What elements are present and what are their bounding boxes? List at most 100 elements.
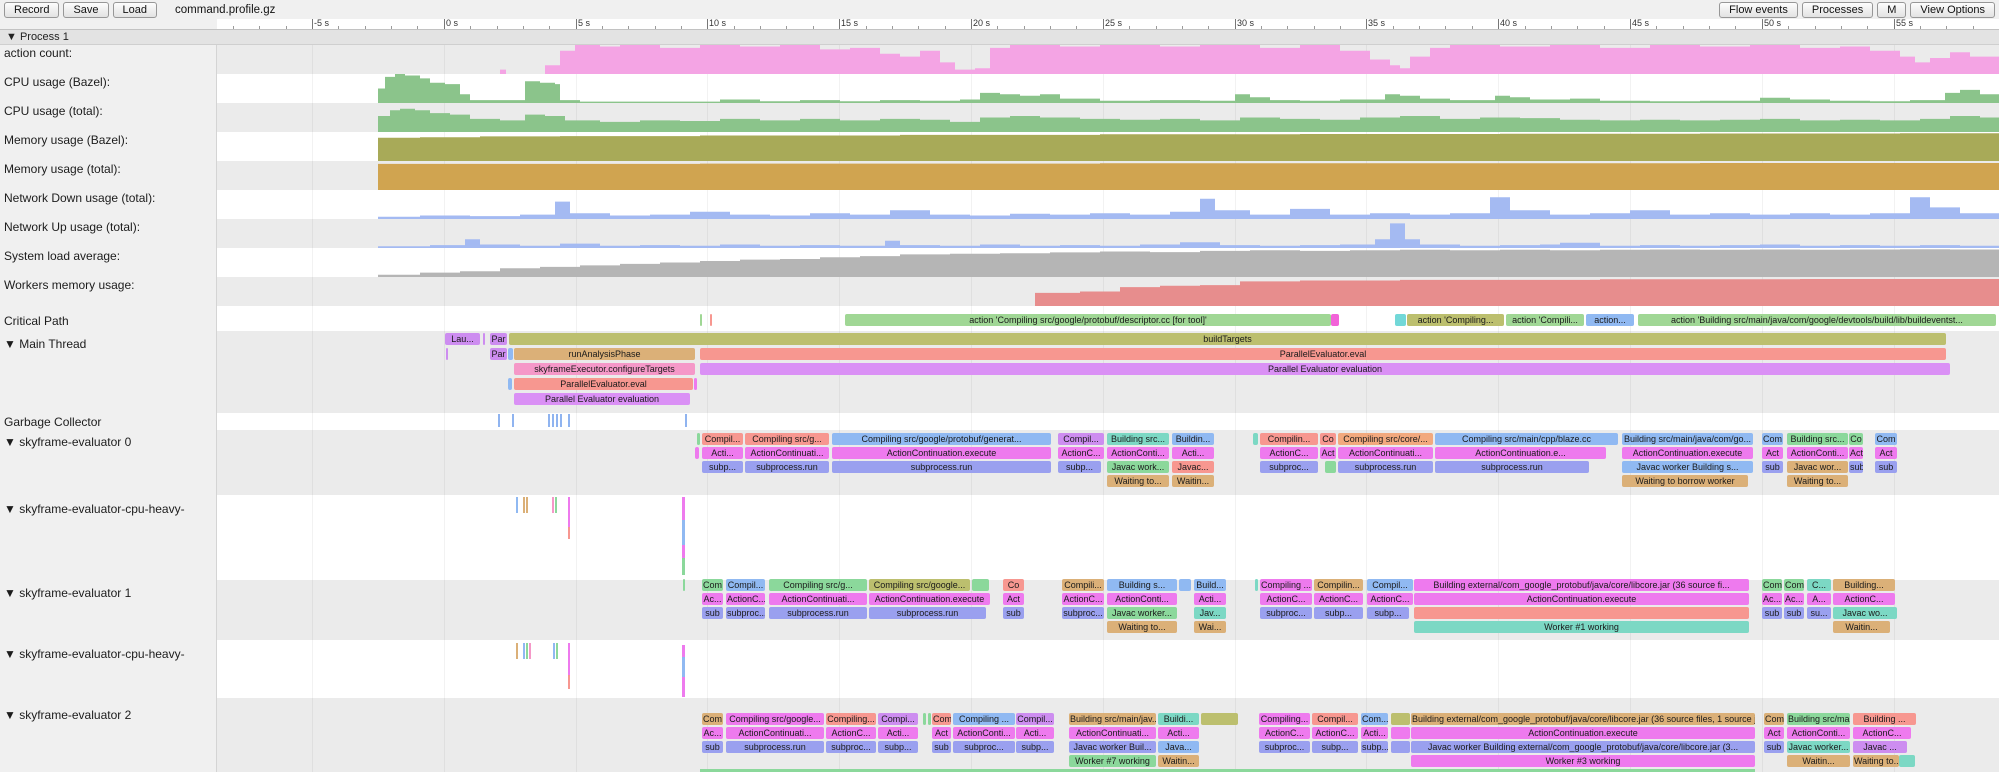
trace-event[interactable]: ActionC... — [726, 593, 765, 605]
trace-event[interactable]: Compiling... — [1259, 713, 1310, 725]
trace-event[interactable]: Acti... — [1194, 593, 1226, 605]
trace-event[interactable] — [710, 314, 712, 326]
trace-event[interactable]: Javac wo... — [1833, 607, 1897, 619]
trace-event[interactable]: Build... — [1194, 579, 1226, 591]
trace-event[interactable]: Compiling src/g... — [745, 433, 829, 445]
trace-event-sliver[interactable] — [529, 643, 531, 659]
trace-event[interactable]: sub — [1875, 461, 1897, 473]
trace-event[interactable] — [695, 447, 699, 459]
trace-event[interactable]: Com — [702, 579, 723, 591]
trace-event-sliver[interactable] — [682, 497, 685, 520]
track-label-critical-path[interactable]: Critical Path — [4, 314, 214, 328]
trace-event[interactable]: ActionContinuation.execute — [1622, 447, 1753, 459]
trace-event[interactable]: subprocess.run — [769, 607, 867, 619]
trace-event[interactable]: sub — [1003, 607, 1024, 619]
trace-event-sliver[interactable] — [526, 643, 528, 659]
trace-event[interactable] — [1899, 755, 1915, 767]
trace-event-sliver[interactable] — [682, 558, 685, 575]
trace-event-sliver[interactable] — [552, 414, 554, 427]
trace-event[interactable]: ActionConti... — [953, 727, 1015, 739]
trace-event[interactable]: ActionConti... — [1107, 447, 1169, 459]
trace-event[interactable]: Compiling src/google/protobuf/generat... — [832, 433, 1051, 445]
trace-event[interactable]: Building src/main/jav... — [1069, 713, 1156, 725]
track-label-skyframe-evaluator-0[interactable]: ▼ skyframe-evaluator 0 — [4, 435, 214, 449]
trace-event[interactable]: Worker #3 working — [1411, 755, 1755, 767]
track-label-garbage-collector[interactable]: Garbage Collector — [4, 415, 214, 429]
trace-event[interactable]: Waiting to... — [1107, 621, 1177, 633]
trace-event[interactable] — [508, 348, 513, 360]
trace-event[interactable]: Compil... — [1058, 433, 1104, 445]
trace-event[interactable]: Buildin... — [1172, 433, 1214, 445]
view-options-button[interactable]: View Options — [1910, 2, 1995, 18]
trace-event[interactable]: Co — [1003, 579, 1024, 591]
trace-event[interactable]: Javac... — [1172, 461, 1214, 473]
trace-event[interactable]: Compiling src/google... — [869, 579, 970, 591]
trace-event[interactable]: Act — [1003, 593, 1024, 605]
track-label-skyframe-evaluator-2[interactable]: ▼ skyframe-evaluator 2 — [4, 708, 214, 722]
trace-event[interactable]: Jav... — [1194, 607, 1226, 619]
trace-event[interactable]: subprocess.run — [745, 461, 829, 473]
trace-event[interactable]: Compiling ... — [1260, 579, 1312, 591]
trace-event[interactable]: ActionC... — [1312, 727, 1358, 739]
trace-event[interactable]: Acti... — [1361, 727, 1388, 739]
trace-event[interactable]: sub — [702, 607, 723, 619]
trace-event[interactable]: Compil... — [1312, 713, 1358, 725]
trace-event[interactable] — [1325, 461, 1336, 473]
trace-event[interactable]: Building src... — [1787, 433, 1848, 445]
trace-event[interactable]: Compil... — [702, 433, 743, 445]
trace-event[interactable]: subp... — [1016, 741, 1054, 753]
trace-event[interactable]: sub — [1762, 461, 1783, 473]
trace-event[interactable]: Compilin... — [1260, 433, 1318, 445]
trace-event[interactable]: ActionC... — [1853, 727, 1911, 739]
trace-event[interactable] — [1391, 741, 1410, 753]
trace-event[interactable]: subproc... — [726, 607, 765, 619]
trace-event[interactable]: action 'Compiling src/google/protobuf/de… — [845, 314, 1331, 326]
trace-event[interactable]: ActionConti... — [1107, 593, 1177, 605]
process-header[interactable]: ▼ Process 1 — [0, 29, 1999, 45]
trace-event[interactable]: ActionC... — [1259, 727, 1310, 739]
track-label-skyframe-evaluator-cpu-heavy[interactable]: ▼ skyframe-evaluator-cpu-heavy- — [4, 647, 214, 661]
flow-events-button[interactable]: Flow events — [1719, 2, 1798, 18]
trace-event[interactable]: subproc... — [1062, 607, 1104, 619]
trace-event[interactable]: subproc... — [1259, 741, 1310, 753]
trace-event[interactable]: Compil... — [1016, 713, 1054, 725]
trace-event[interactable]: subp... — [702, 461, 743, 473]
trace-event[interactable]: su... — [1807, 607, 1831, 619]
trace-event[interactable]: Parallel Evaluator evaluation — [514, 393, 690, 405]
trace-event[interactable]: Compiling src/core/... — [1338, 433, 1433, 445]
trace-event[interactable]: subproc... — [1260, 607, 1312, 619]
trace-event[interactable]: Building src/ma... — [1787, 713, 1850, 725]
trace-event[interactable]: Wai... — [1194, 621, 1226, 633]
trace-event[interactable] — [446, 348, 448, 360]
track-label-skyframe-evaluator-1[interactable]: ▼ skyframe-evaluator 1 — [4, 586, 214, 600]
trace-event[interactable] — [694, 378, 697, 390]
trace-event[interactable]: ActionContinuati... — [726, 727, 824, 739]
track-label-skyframe-evaluator-cpu-heavy[interactable]: ▼ skyframe-evaluator-cpu-heavy- — [4, 502, 214, 516]
trace-event[interactable]: ActionConti... — [1787, 727, 1850, 739]
trace-event[interactable]: Java... — [1158, 741, 1199, 753]
track-label-main-thread[interactable]: ▼ Main Thread — [4, 337, 214, 351]
trace-event[interactable]: Com — [1784, 579, 1804, 591]
trace-event[interactable]: ActionContinuati... — [745, 447, 829, 459]
trace-event[interactable]: Par — [490, 333, 507, 345]
trace-event[interactable]: ParallelEvaluator.eval — [700, 348, 1946, 360]
trace-event[interactable]: subp... — [1058, 461, 1101, 473]
trace-event[interactable]: Compiling... — [826, 713, 876, 725]
trace-event[interactable]: Waiting to... — [1853, 755, 1899, 767]
trace-event[interactable]: Ac... — [1784, 593, 1804, 605]
trace-event-sliver[interactable] — [516, 497, 518, 513]
trace-event[interactable]: subproc... — [1260, 461, 1318, 473]
trace-event[interactable]: action 'Compiling... — [1407, 314, 1504, 326]
trace-event[interactable]: Com — [1764, 713, 1784, 725]
trace-event[interactable]: ActionC... — [1058, 447, 1104, 459]
trace-event[interactable]: Compiling ... — [953, 713, 1015, 725]
trace-event[interactable]: ActionContinuati... — [769, 593, 867, 605]
trace-event[interactable]: Act — [1320, 447, 1336, 459]
trace-event-sliver[interactable] — [498, 414, 500, 427]
trace-event[interactable]: Worker #7 working — [1069, 755, 1156, 767]
trace-event[interactable]: subp... — [1361, 741, 1388, 753]
trace-event[interactable] — [1391, 713, 1410, 725]
trace-event[interactable]: sub — [1849, 461, 1863, 473]
trace-event[interactable]: Acti... — [1016, 727, 1054, 739]
trace-event[interactable]: sub — [702, 741, 723, 753]
